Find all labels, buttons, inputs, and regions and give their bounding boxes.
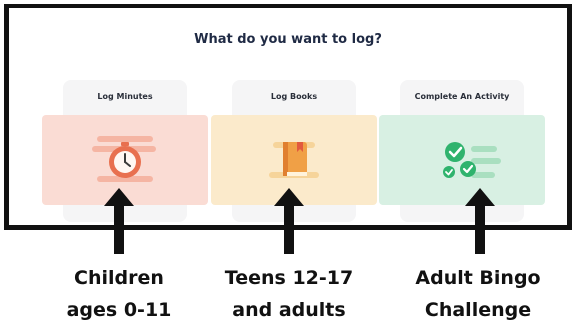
arrow-up-icon — [274, 188, 304, 254]
checklist-icon — [443, 142, 501, 178]
arrow-up-icon — [465, 188, 495, 254]
complete-activity-card[interactable]: Complete An Activity — [379, 80, 545, 222]
caption-teens-adults: Teens 12-17 and adults — [224, 267, 354, 321]
arrow-up-icon — [104, 188, 134, 254]
prompt-title: What do you want to log? — [194, 32, 382, 47]
caption-adult-bingo: Adult Bingo Challenge — [415, 267, 541, 321]
